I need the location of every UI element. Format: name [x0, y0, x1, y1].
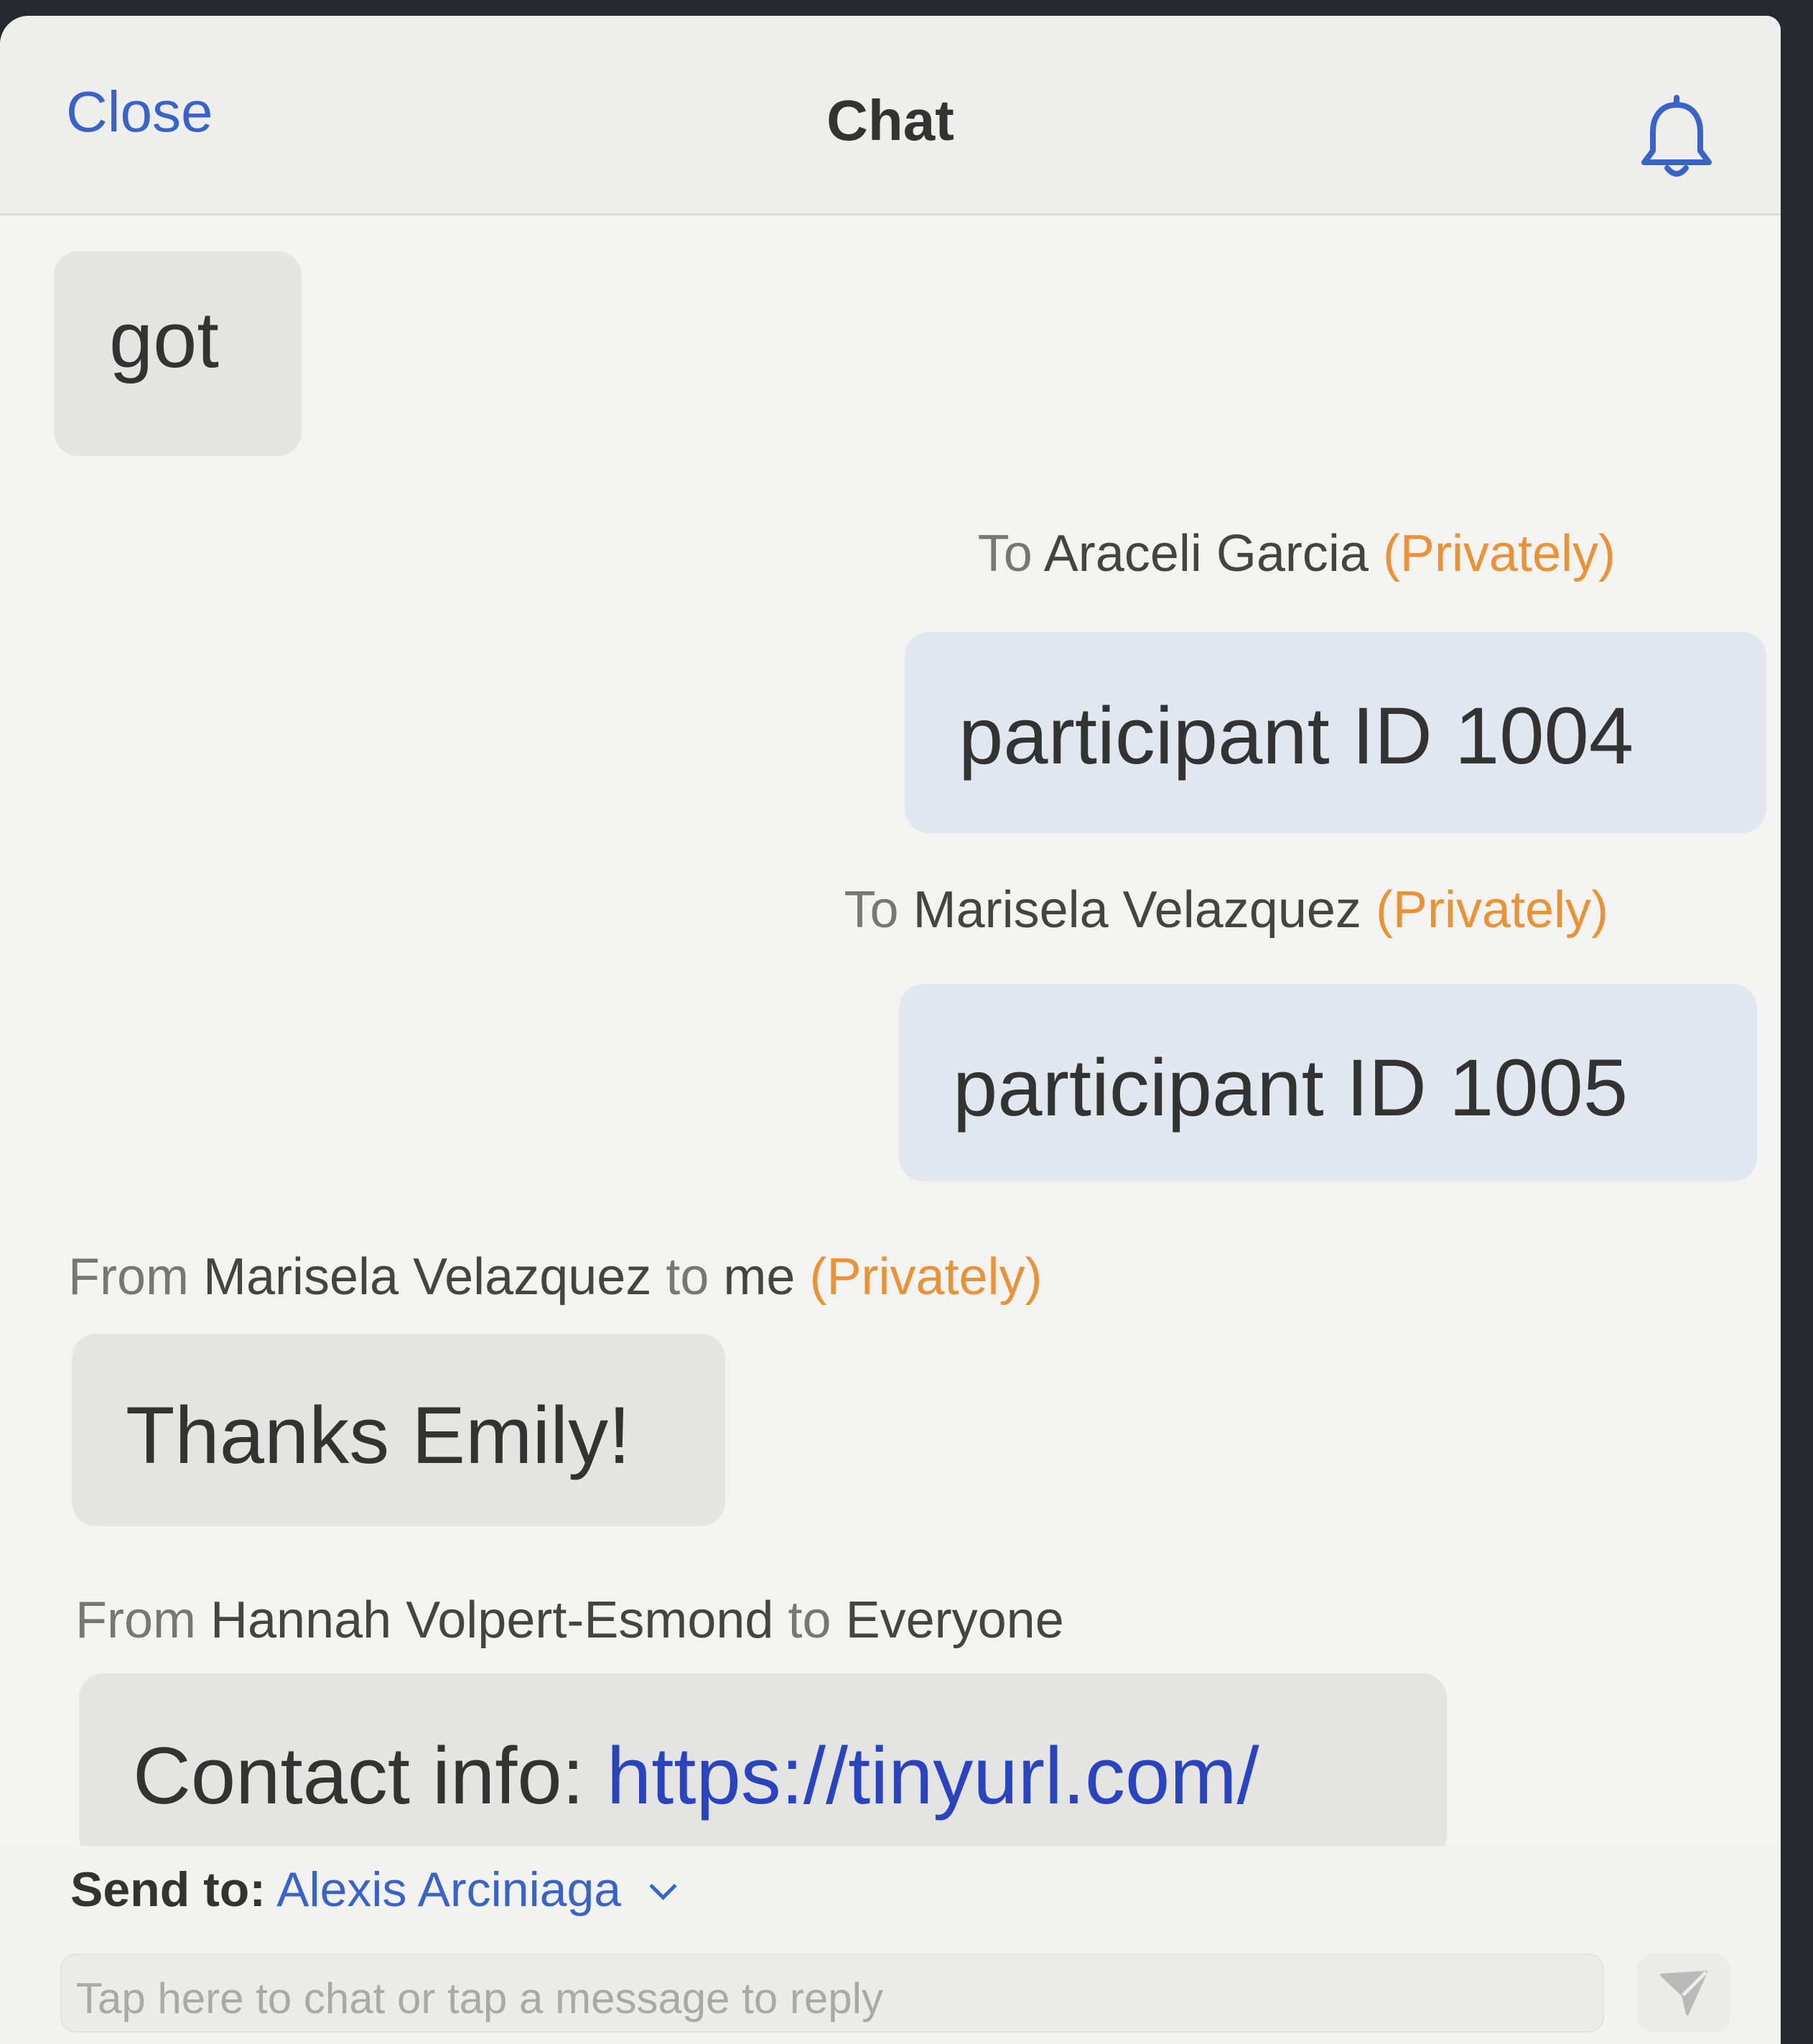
recipient-selector[interactable]: Alexis Arciniaga — [276, 1862, 621, 1917]
message-bubble[interactable]: participant ID 1005 — [899, 984, 1757, 1181]
meta-prefix: From — [68, 1248, 189, 1306]
meta-to: to — [788, 1592, 831, 1649]
privacy-label: (Privately) — [809, 1248, 1043, 1306]
meta-name: Marisela Velazquez — [913, 881, 1361, 939]
message-meta: From Hannah Volpert-Esmond to Everyone — [75, 1591, 1064, 1650]
message-list[interactable]: got To Araceli Garcia (Privately) partic… — [0, 215, 1781, 1846]
message-bubble[interactable]: Contact info: https://tinyurl.com/ — [79, 1673, 1447, 1846]
meta-name: Marisela Velazquez — [203, 1248, 652, 1306]
send-button[interactable] — [1637, 1954, 1730, 2033]
meta-prefix: From — [75, 1592, 196, 1649]
message-bubble[interactable]: Thanks Emily! — [72, 1334, 725, 1526]
message-meta: From Marisela Velazquez to me (Privately… — [68, 1248, 1043, 1306]
chevron-down-icon[interactable] — [649, 1872, 677, 1900]
message-meta: To Marisela Velazquez (Privately) — [844, 881, 1608, 939]
send-icon — [1660, 1971, 1707, 2015]
meta-prefix: To — [844, 881, 899, 939]
privacy-label: (Privately) — [1382, 525, 1616, 582]
meta-name: Araceli Garcia — [1043, 525, 1369, 582]
message-text: Contact info: — [133, 1731, 584, 1821]
bell-icon[interactable] — [1637, 95, 1716, 181]
meta-to: to — [666, 1248, 709, 1306]
privacy-label: (Privately) — [1375, 881, 1608, 939]
page-title: Chat — [826, 88, 954, 152]
send-to-row[interactable]: Send to: Alexis Arciniaga — [70, 1862, 677, 1918]
meta-recipient: Everyone — [845, 1592, 1064, 1649]
chat-screen: Close Chat got To Araceli Garcia (Privat… — [0, 16, 1781, 2044]
chat-input[interactable]: Tap here to chat or tap a message to rep… — [60, 1954, 1604, 2033]
message-meta: To Araceli Garcia (Privately) — [978, 524, 1616, 583]
chat-header: Close Chat — [0, 16, 1781, 215]
send-to-label: Send to: — [70, 1862, 266, 1917]
message-link[interactable]: https://tinyurl.com/ — [607, 1731, 1259, 1821]
message-bubble[interactable]: got — [54, 251, 302, 456]
meta-prefix: To — [977, 525, 1033, 582]
meta-recipient: me — [723, 1248, 796, 1306]
meta-name: Hannah Volpert-Esmond — [210, 1592, 774, 1649]
chat-footer: Send to: Alexis Arciniaga Tap here to ch… — [0, 1846, 1781, 2044]
message-bubble[interactable]: participant ID 1004 — [905, 632, 1766, 833]
